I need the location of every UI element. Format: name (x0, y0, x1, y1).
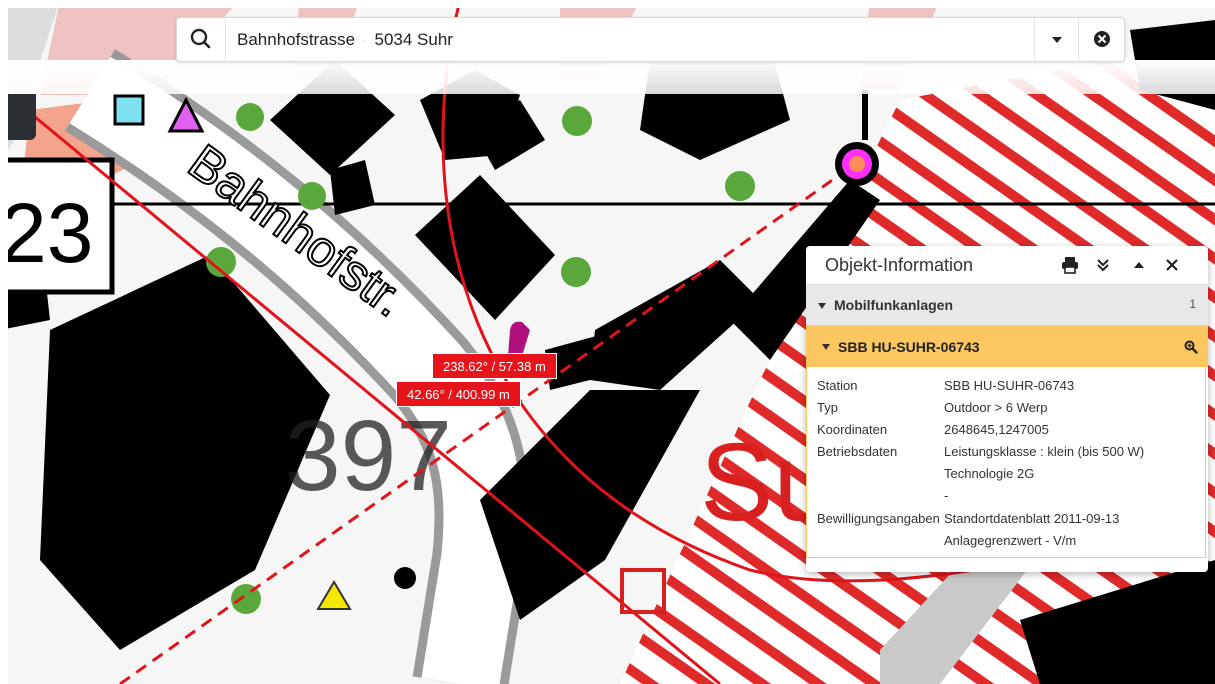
frame-left (0, 0, 8, 684)
tree-icon (298, 182, 326, 210)
expand-all-button[interactable] (1092, 254, 1114, 276)
print-button[interactable] (1059, 254, 1081, 276)
expand-all-icon (1097, 259, 1109, 272)
category-row[interactable]: Mobilfunkanlagen 1 (806, 285, 1208, 326)
object-attributes: Station SBB HU-SUHR-06743 Typ Outdoor > … (806, 367, 1206, 558)
search-bar: Bahnhofstrasse · 5034 Suhr (176, 17, 1125, 62)
tree-icon (236, 103, 264, 131)
attr-value: SBB HU-SUHR-06743 (944, 378, 1075, 393)
category-label: Mobilfunkanlagen (834, 297, 953, 313)
search-button[interactable] (177, 18, 226, 61)
attr-value: Leistungsklasse : klein (bis 500 W) (944, 444, 1145, 459)
close-icon (1166, 259, 1178, 271)
attr-key: Koordinaten (817, 422, 888, 437)
panel-header: Objekt-Information (806, 246, 1208, 285)
search-value-street: Bahnhofstrasse (237, 30, 356, 49)
attr-value: Standortdatenblatt 2011-09-13 (944, 511, 1120, 526)
frame-top (0, 0, 1215, 8)
close-panel-button[interactable] (1161, 254, 1183, 276)
caret-down-icon (1052, 37, 1062, 43)
object-row[interactable]: SBB HU-SUHR-06743 (806, 326, 1208, 367)
attr-value: Anlagegrenzwert - V/m (944, 533, 1077, 548)
collapse-panel-button[interactable] (1128, 254, 1150, 276)
zoom-to-icon[interactable] (1184, 340, 1198, 354)
measurement-label: 42.66° / 400.99 m (396, 381, 521, 407)
caret-down-icon (822, 344, 830, 350)
attr-value: 2648645,1247005 (944, 422, 1049, 437)
caret-down-icon (818, 303, 826, 309)
cyan-square-icon (113, 94, 145, 126)
print-icon (1062, 257, 1078, 274)
attr-key: Typ (817, 400, 838, 415)
search-clear-button[interactable] (1078, 18, 1125, 61)
search-value-place: 5034 Suhr (374, 30, 453, 49)
search-icon (190, 28, 211, 49)
measurement-label: 238.62° / 57.38 m (432, 353, 557, 379)
tree-icon (725, 171, 755, 201)
attr-value: - (944, 488, 949, 503)
attr-value: Technologie 2G (944, 466, 1035, 481)
attr-key: Station (817, 378, 858, 393)
search-backdrop (8, 60, 1215, 94)
antenna-core (849, 156, 865, 172)
clear-circle-icon (1094, 31, 1110, 47)
point-icon (394, 567, 416, 589)
object-label: SBB HU-SUHR-06743 (838, 339, 980, 355)
tree-icon (561, 257, 591, 287)
search-input[interactable]: Bahnhofstrasse · 5034 Suhr (237, 18, 1017, 61)
side-panel-toggle[interactable] (8, 94, 36, 140)
object-info-panel: Objekt-Information Mobilfunkanlagen 1 SB… (806, 246, 1208, 572)
house-number-label: 397 (285, 400, 452, 512)
collapse-up-icon (1134, 262, 1144, 268)
attr-key: Betriebsdaten (817, 444, 898, 459)
panel-title: Objekt-Information (825, 255, 974, 275)
category-count: 1 (1189, 297, 1196, 311)
search-dropdown-button[interactable] (1034, 18, 1079, 61)
road-number-label: 23 (0, 186, 93, 280)
separator-dot: · (363, 35, 367, 47)
attr-key: Bewilligungsangaben (817, 511, 940, 526)
attr-value: Outdoor > 6 Werp (944, 400, 1048, 415)
tree-icon (562, 106, 592, 136)
